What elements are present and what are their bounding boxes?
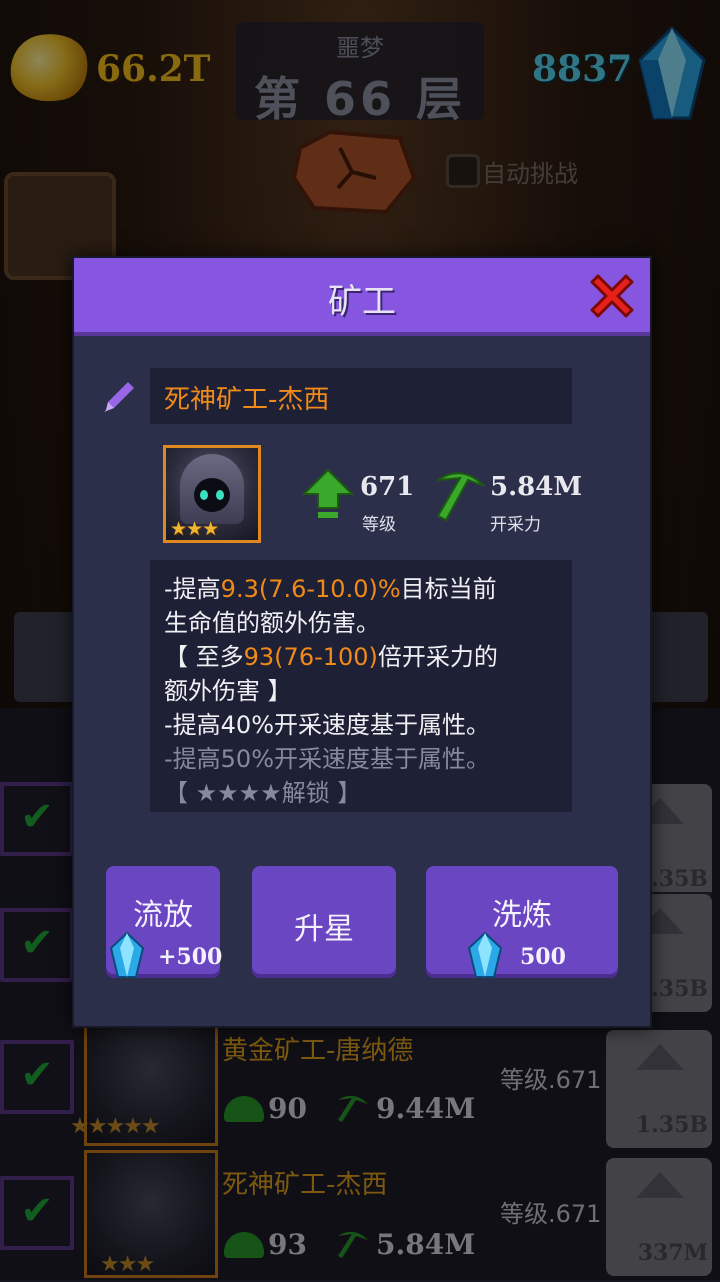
level-up-arrow-icon (302, 468, 354, 518)
refine-cost: 500 (520, 944, 566, 970)
pickaxe-icon (436, 472, 485, 522)
miner-detail-dialog: 矿工 死神矿工-杰西 ★★★ 671 等级 5.84M 开采力 -提高9.3(7… (72, 256, 652, 1028)
star-up-label: 升星 (294, 912, 354, 947)
miner-name-text: 死神矿工-杰西 (164, 385, 330, 415)
eye-right (216, 490, 224, 500)
power-value: 5.84M (490, 472, 583, 502)
skill-description: -提高9.3(7.6-10.0)%目标当前 生命值的额外伤害。 【 至多93(7… (164, 575, 498, 807)
portrait-stars: ★★★ (170, 518, 219, 540)
edit-name-icon[interactable] (100, 376, 140, 416)
exile-button[interactable]: 流放 +500 (106, 866, 223, 978)
refine-label: 洗炼 (492, 898, 552, 933)
level-label: 等级 (362, 515, 396, 535)
miner-name-field[interactable]: 死神矿工-杰西 (150, 368, 572, 424)
power-label: 开采力 (490, 515, 541, 535)
refine-button[interactable]: 洗炼 500 (426, 866, 618, 978)
gem-icon (110, 932, 144, 978)
level-value: 671 (360, 472, 415, 502)
gem-icon (468, 932, 502, 978)
eye-left (200, 490, 208, 500)
dialog-title: 矿工 (328, 282, 396, 322)
exile-cost: +500 (158, 944, 223, 970)
exile-label: 流放 (133, 898, 193, 933)
skill-description-box: -提高9.3(7.6-10.0)%目标当前 生命值的额外伤害。 【 至多93(7… (150, 560, 572, 812)
miner-portrait: ★★★ (163, 445, 261, 543)
close-icon[interactable] (584, 268, 640, 324)
star-up-button[interactable]: 升星 (252, 866, 396, 978)
